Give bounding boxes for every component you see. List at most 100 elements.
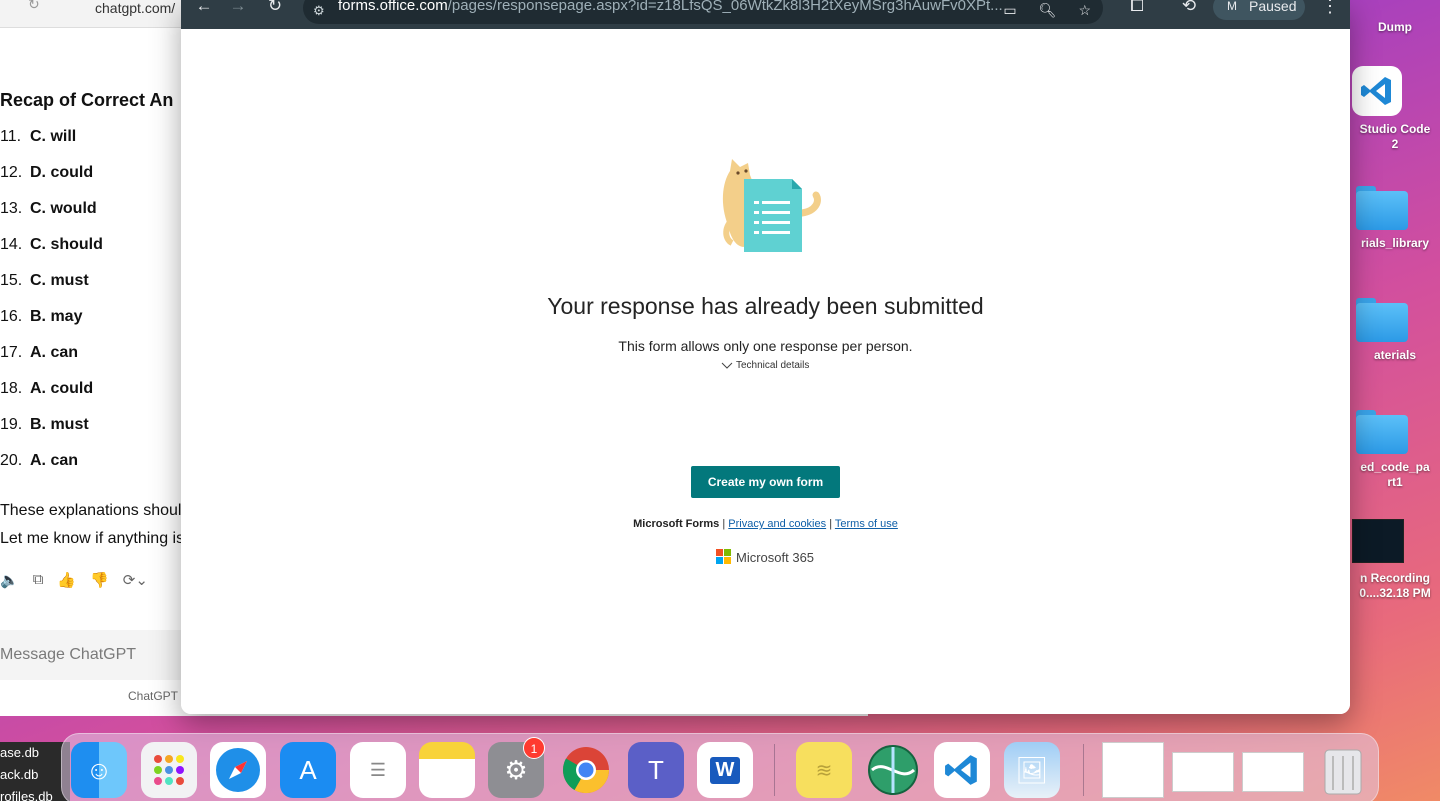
preview-icon[interactable]: 🖼 xyxy=(1004,742,1060,798)
trash-icon[interactable] xyxy=(1315,742,1371,798)
answer-number: 17. xyxy=(0,344,23,361)
forward-icon[interactable]: → xyxy=(227,0,249,22)
answer-value: C. would xyxy=(30,200,97,217)
dock-separator xyxy=(1083,744,1084,796)
create-my-own-form-button[interactable]: Create my own form xyxy=(691,466,840,498)
extensions-icon[interactable]: ⧠ xyxy=(1126,0,1148,22)
file-item[interactable]: rofiles.db xyxy=(0,786,70,801)
video-thumbnail-icon xyxy=(1352,519,1404,563)
profile-button[interactable]: M Paused xyxy=(1213,0,1305,20)
message-actions: 🔈 ⧉ 👍 👎 ⟳⌄ xyxy=(0,571,148,589)
answer-number: 15. xyxy=(0,272,23,289)
browser-menu-icon[interactable]: ⋮ xyxy=(1321,0,1339,17)
finder-icon[interactable]: ☺ xyxy=(71,742,127,798)
desktop-item-folder-1[interactable]: rials_library xyxy=(1350,186,1440,251)
answer-row: 17. A. can xyxy=(0,344,103,380)
forms-footer: Microsoft Forms | Privacy and cookies | … xyxy=(181,518,1350,530)
answer-number: 14. xyxy=(0,236,23,253)
stickies-icon[interactable]: ≋ xyxy=(796,742,852,798)
document-thumbnail[interactable] xyxy=(1242,752,1304,792)
chat-paragraph: These explanations shoul xyxy=(0,502,182,519)
answer-row: 16. B. may xyxy=(0,308,103,344)
profile-status: Paused xyxy=(1249,0,1297,14)
finder-file-list: ase.db ack.db rofiles.db xyxy=(0,742,70,801)
answer-number: 19. xyxy=(0,416,23,433)
chrome-icon[interactable] xyxy=(558,742,614,798)
answer-row: 20. A. can xyxy=(0,452,103,488)
footer-brand: Microsoft Forms xyxy=(633,518,720,530)
document-thumbnail[interactable] xyxy=(1102,742,1164,798)
folder-icon xyxy=(1356,410,1408,454)
browser-toolbar: ← → ↻ ⚙ forms.office.com/pages/responsep… xyxy=(181,0,1350,29)
answer-row: 11. C. will xyxy=(0,128,103,164)
footer-separator: | xyxy=(722,518,726,530)
file-item[interactable]: ase.db xyxy=(0,742,70,764)
profile-initial: M xyxy=(1227,0,1237,13)
back-icon[interactable]: ← xyxy=(193,0,215,22)
microsoft-365-branding: Microsoft 365 xyxy=(716,549,814,565)
launchpad-icon[interactable] xyxy=(141,742,197,798)
answer-value: A. can xyxy=(30,344,79,361)
desktop-item-recording[interactable]: n Recording 0....32.18 PM xyxy=(1350,519,1440,601)
network-icon[interactable] xyxy=(865,742,921,798)
desktop-item-folder-3[interactable]: ed_code_pa rt1 xyxy=(1350,410,1440,490)
chevron-down-icon xyxy=(721,362,733,369)
reload-icon[interactable]: ↻ xyxy=(264,0,286,22)
notes-icon[interactable] xyxy=(419,742,475,798)
desktop-item-folder-2[interactable]: aterials xyxy=(1350,298,1440,363)
refresh-icon[interactable]: ↻ xyxy=(28,0,40,13)
forms-browser-window: ← → ↻ ⚙ forms.office.com/pages/responsep… xyxy=(181,0,1350,714)
footer-separator: | xyxy=(829,518,833,530)
address-bar[interactable]: ⚙ forms.office.com/pages/responsepage.as… xyxy=(303,0,1103,24)
bookmark-star-icon[interactable]: ☆ xyxy=(1078,2,1091,19)
dock-separator xyxy=(774,744,775,796)
answer-value: D. could xyxy=(30,164,94,181)
answer-value: C. will xyxy=(30,128,77,145)
technical-details-label: Technical details xyxy=(736,360,810,371)
regenerate-icon[interactable]: ⟳⌄ xyxy=(123,571,148,589)
cast-icon[interactable]: ▭ xyxy=(1003,2,1016,19)
chat-footnote: ChatGPT xyxy=(128,689,179,703)
url-host: forms.office.com xyxy=(338,0,448,14)
file-item[interactable]: ack.db xyxy=(0,764,70,786)
chat-paragraph: Let me know if anything is xyxy=(0,530,185,547)
response-submitted-heading: Your response has already been submitted xyxy=(547,293,984,319)
settings-badge: 1 xyxy=(523,737,545,759)
answer-number: 18. xyxy=(0,380,23,397)
answer-value: B. must xyxy=(30,416,89,433)
vscode-icon[interactable] xyxy=(934,742,990,798)
desktop-item-vscode[interactable]: Studio Code 2 xyxy=(1350,66,1440,152)
document-thumbnail[interactable] xyxy=(1172,752,1234,792)
app-store-icon[interactable]: A xyxy=(280,742,336,798)
vscode-icon xyxy=(1352,66,1402,116)
terms-link[interactable]: Terms of use xyxy=(835,518,898,530)
copy-icon[interactable]: ⧉ xyxy=(33,571,44,589)
answer-value: A. could xyxy=(30,380,94,397)
answer-value: A. can xyxy=(30,452,79,469)
chatgpt-url[interactable]: chatgpt.com/ xyxy=(95,0,175,16)
desktop-icons: Dump Studio Code 2 rials_library aterial… xyxy=(1350,0,1440,720)
reminders-icon[interactable]: ☰ xyxy=(350,742,406,798)
forms-response-page: Your response has already been submitted… xyxy=(181,29,1350,714)
answer-value: C. should xyxy=(30,236,103,253)
answer-row: 14. C. should xyxy=(0,236,103,272)
answer-value: C. must xyxy=(30,272,89,289)
teams-icon[interactable]: T xyxy=(628,742,684,798)
url-path: /pages/responsepage.aspx?id=z18LfsQS_06W… xyxy=(447,0,1003,14)
safari-icon[interactable] xyxy=(210,742,266,798)
word-icon[interactable]: W xyxy=(697,742,753,798)
recap-heading: Recap of Correct An xyxy=(0,90,174,110)
answer-row: 18. A. could xyxy=(0,380,103,416)
zoom-icon[interactable]: 🔍︎ xyxy=(1039,2,1057,19)
desktop-item-dump[interactable]: Dump xyxy=(1350,20,1440,35)
answer-row: 15. C. must xyxy=(0,272,103,308)
privacy-link[interactable]: Privacy and cookies xyxy=(728,518,826,530)
site-settings-icon[interactable]: ⚙ xyxy=(313,3,329,18)
thumbs-up-icon[interactable]: 👍 xyxy=(57,571,76,589)
technical-details-toggle[interactable]: Technical details xyxy=(721,360,809,371)
sync-icon[interactable]: ⟲ xyxy=(1178,0,1200,22)
read-aloud-icon[interactable]: 🔈 xyxy=(0,571,19,589)
folder-icon xyxy=(1356,186,1408,230)
thumbs-down-icon[interactable]: 👎 xyxy=(90,571,109,589)
answer-number: 12. xyxy=(0,164,23,181)
